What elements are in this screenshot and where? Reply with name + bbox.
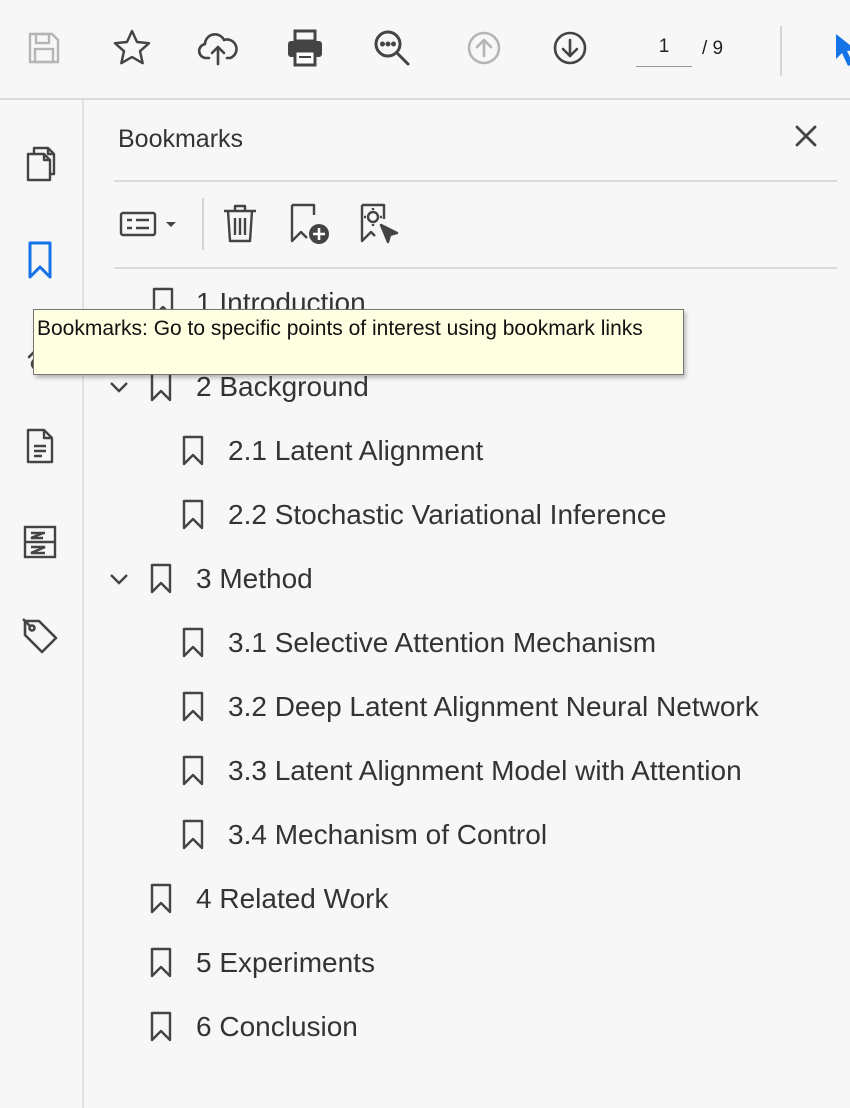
chevron-down-icon[interactable] (108, 376, 130, 398)
chevron-down-icon[interactable] (108, 568, 130, 590)
options-menu-icon[interactable] (116, 200, 186, 248)
bookmark-icon (148, 1010, 174, 1044)
zoom-icon[interactable] (370, 26, 414, 70)
bookmark-label: 3.2 Deep Latent Alignment Neural Network (228, 691, 759, 722)
bookmark-icon (180, 498, 206, 532)
delete-bookmark-icon[interactable] (218, 200, 262, 248)
close-icon[interactable] (788, 118, 824, 154)
bookmark-item[interactable]: 6 Conclusion (84, 1002, 850, 1052)
bookmark-label: 3 Method (196, 563, 313, 594)
bookmarks-icon[interactable] (14, 234, 66, 286)
bookmark-icon (180, 690, 206, 724)
panel-divider (114, 180, 837, 182)
bookmark-icon (180, 434, 206, 468)
top-toolbar: / 9 (0, 0, 850, 100)
bookmark-item[interactable]: 3 Method (84, 554, 850, 604)
star-icon[interactable] (110, 26, 154, 70)
cloud-upload-icon[interactable] (196, 26, 240, 70)
bookmark-label: 6 Conclusion (196, 1011, 358, 1042)
bookmark-label: 4 Related Work (196, 883, 389, 914)
bookmark-item[interactable]: 5 Experiments (84, 938, 850, 988)
panel-title: Bookmarks (118, 125, 244, 153)
bookmark-icon (148, 946, 174, 980)
page-up-icon[interactable] (462, 26, 506, 70)
bookmark-label: 5 Experiments (196, 947, 375, 978)
panel-tool-divider (202, 198, 204, 250)
bookmark-icon (180, 754, 206, 788)
bookmark-label: 3.4 Mechanism of Control (228, 819, 548, 850)
bookmark-label: 3.1 Selective Attention Mechanism (228, 627, 657, 658)
tags-icon[interactable] (14, 610, 66, 662)
bookmark-item[interactable]: 3.3 Latent Alignment Model with Attentio… (84, 746, 850, 796)
page-text-icon[interactable] (14, 420, 66, 472)
bookmark-label: 2.2 Stochastic Variational Inference (228, 499, 667, 530)
bookmark-label: 2 Background (196, 371, 369, 402)
select-cursor-icon[interactable] (832, 30, 850, 72)
bookmark-icon (148, 882, 174, 916)
new-bookmark-icon[interactable] (286, 200, 334, 248)
bookmark-item[interactable]: 2.1 Latent Alignment (84, 426, 850, 476)
page-down-icon[interactable] (548, 26, 592, 70)
bookmarks-panel: Bookmarks 1 Introduction 2 Background 2.… (84, 100, 850, 1108)
page-thumbnails-icon[interactable] (14, 138, 66, 190)
page-total-label: / 9 (702, 38, 724, 59)
bookmark-item[interactable]: 4 Related Work (84, 874, 850, 924)
panel-divider-2 (114, 267, 837, 269)
bookmark-item[interactable]: 3.4 Mechanism of Control (84, 810, 850, 860)
toolbar-divider (780, 26, 782, 76)
bookmark-icon (180, 626, 206, 660)
print-icon[interactable] (283, 26, 327, 70)
order-icon[interactable] (14, 516, 66, 568)
bookmark-icon (148, 562, 174, 596)
navigation-rail (0, 100, 93, 1108)
page-number-input[interactable] (636, 33, 692, 67)
expand-bookmark-icon[interactable] (356, 200, 404, 248)
bookmark-label: 3.3 Latent Alignment Model with Attentio… (228, 755, 742, 786)
bookmark-icon (148, 370, 174, 404)
bookmark-icon (180, 818, 206, 852)
save-icon[interactable] (22, 26, 66, 70)
bookmark-item[interactable]: 3.1 Selective Attention Mechanism (84, 618, 850, 668)
bookmark-label: 2.1 Latent Alignment (228, 435, 484, 466)
bookmark-item[interactable]: 2.2 Stochastic Variational Inference (84, 490, 850, 540)
bookmarks-tooltip: Bookmarks: Go to specific points of inte… (33, 309, 684, 375)
bookmark-item[interactable]: 3.2 Deep Latent Alignment Neural Network (84, 682, 850, 732)
